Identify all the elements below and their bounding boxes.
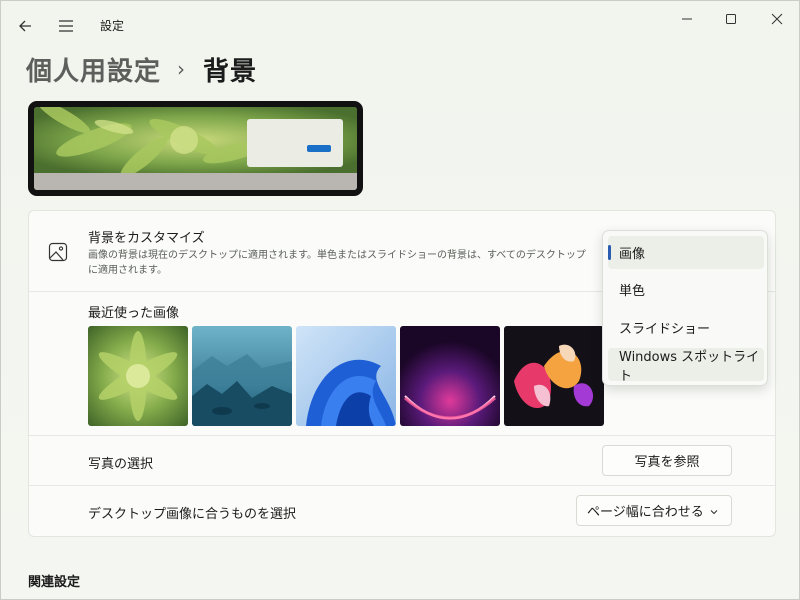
dropdown-option-solid-color[interactable]: 単色 (608, 273, 764, 306)
recent-image-coast[interactable] (192, 326, 292, 426)
related-settings-heading: 関連設定 (28, 575, 81, 590)
preview-taskbar (34, 173, 357, 190)
recent-images-list (88, 326, 608, 426)
recent-image-blue-bloom[interactable] (296, 326, 396, 426)
hamburger-menu-icon[interactable] (53, 13, 79, 39)
recent-image-abstract-flowers[interactable] (504, 326, 604, 426)
chevron-down-icon (709, 506, 719, 516)
choose-photo-label: 写真の選択 (88, 457, 154, 472)
desktop-preview (28, 101, 363, 196)
close-button[interactable] (763, 7, 791, 31)
title-bar: 設定 (1, 1, 800, 41)
recent-image-aloe[interactable] (88, 326, 188, 426)
row-divider (29, 485, 775, 486)
fit-mode-select[interactable]: ページ幅に合わせる (576, 495, 732, 526)
recent-image-purple-glow[interactable] (400, 326, 500, 426)
fit-mode-label: デスクトップ画像に合うものを選択 (88, 507, 297, 522)
breadcrumb: 個人用設定 › 背景 (26, 49, 257, 89)
background-type-dropdown: 画像 単色 スライドショー Windows スポットライト (602, 230, 768, 386)
breadcrumb-separator: › (177, 57, 186, 81)
fit-mode-value: ページ幅に合わせる (587, 505, 704, 520)
dropdown-option-picture[interactable]: 画像 (608, 236, 764, 269)
customize-background-title: 背景をカスタマイズ (88, 231, 205, 246)
row-divider (29, 435, 775, 436)
browse-photos-button[interactable]: 写真を参照 (602, 445, 732, 476)
maximize-button[interactable] (717, 7, 745, 31)
breadcrumb-parent[interactable]: 個人用設定 (26, 51, 161, 88)
minimize-button[interactable] (673, 7, 701, 31)
dropdown-option-spotlight[interactable]: Windows スポットライト (608, 348, 764, 384)
picture-icon (47, 241, 69, 263)
back-arrow-icon[interactable] (13, 13, 39, 39)
settings-window: 設定 個人用設定 › 背景 背景をカスタマイズ 画像の背景は現在のデスクトップに… (0, 0, 800, 600)
customize-background-description: 画像の背景は現在のデスクトップに適用されます。単色またはスライドショーの背景は、… (88, 250, 586, 276)
selected-indicator (608, 245, 611, 260)
dropdown-option-slideshow[interactable]: スライドショー (608, 311, 764, 344)
preview-window-mock (247, 119, 343, 167)
recent-images-label: 最近使った画像 (88, 306, 180, 321)
window-title: 設定 (100, 19, 125, 33)
page-title: 背景 (203, 56, 258, 87)
